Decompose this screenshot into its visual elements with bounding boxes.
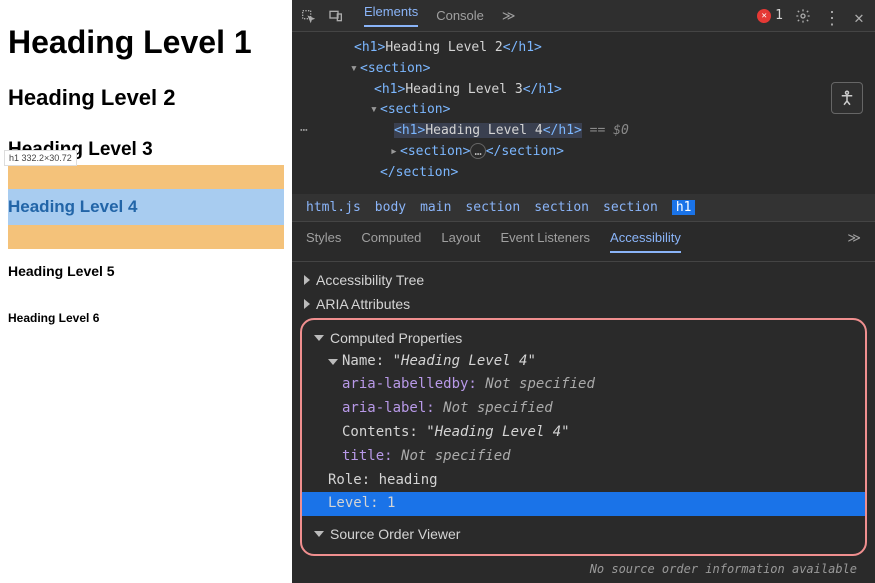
section-source-order[interactable]: Source Order Viewer	[314, 526, 853, 542]
tab-accessibility[interactable]: Accessibility	[610, 230, 681, 253]
tab-elements[interactable]: Elements	[364, 4, 418, 27]
section-accessibility-tree[interactable]: Accessibility Tree	[304, 272, 863, 288]
devtools-panel: Elements Console ≫ ✕ 1 ⋮ ✕ <h1>Heading L…	[292, 0, 875, 583]
rendered-page: Heading Level 1 Heading Level 2 Heading …	[0, 0, 292, 583]
section-computed-properties[interactable]: Computed Properties	[314, 330, 853, 346]
crumb-h1[interactable]: h1	[672, 200, 696, 215]
prop-name[interactable]: Name: "Heading Level 4"	[328, 350, 857, 374]
error-icon: ✕	[757, 9, 771, 23]
chevron-down-icon[interactable]: ▾	[370, 100, 380, 121]
content-highlight: Heading Level 4	[8, 189, 284, 225]
footer-note: No source order information available	[300, 556, 867, 578]
tab-event-listeners[interactable]: Event Listeners	[500, 230, 590, 253]
device-icon[interactable]	[328, 8, 344, 24]
error-count: 1	[775, 8, 783, 23]
chevron-down-icon	[328, 359, 338, 365]
section-aria-attributes[interactable]: ARIA Attributes	[304, 296, 863, 312]
chevron-down-icon[interactable]: ▾	[350, 59, 360, 80]
tab-computed[interactable]: Computed	[361, 230, 421, 253]
crumb-section[interactable]: section	[603, 200, 658, 215]
sidebar-tabs: Styles Computed Layout Event Listeners A…	[292, 222, 875, 262]
accessibility-panel: Accessibility Tree ARIA Attributes Compu…	[292, 262, 875, 583]
collapsed-icon[interactable]: …	[470, 143, 485, 159]
heading-2: Heading Level 2	[8, 85, 284, 111]
kebab-icon[interactable]: ⋮	[823, 8, 839, 24]
devtools-toolbar: Elements Console ≫ ✕ 1 ⋮ ✕	[292, 0, 875, 32]
inspect-icon[interactable]	[300, 8, 316, 24]
chevron-right-icon	[304, 275, 310, 285]
heading-4: Heading Level 4	[8, 189, 284, 225]
heading-1: Heading Level 1	[8, 24, 284, 61]
margin-highlight-top	[8, 165, 284, 189]
gear-icon[interactable]	[795, 8, 811, 24]
close-icon[interactable]: ✕	[851, 8, 867, 24]
chevron-down-icon	[314, 335, 324, 341]
prop-title: title: Not specified	[328, 445, 857, 469]
crumb-html[interactable]: html.js	[306, 200, 361, 215]
chevron-down-icon	[314, 531, 324, 537]
chevron-right-icon[interactable]: ▸	[390, 142, 400, 163]
crumb-section[interactable]: section	[534, 200, 589, 215]
error-badge[interactable]: ✕ 1	[757, 8, 783, 23]
prop-role: Role: heading	[328, 469, 857, 493]
prop-aria-label: aria-label: Not specified	[328, 397, 857, 421]
prop-aria-labelledby: aria-labelledby: Not specified	[328, 373, 857, 397]
tab-styles[interactable]: Styles	[306, 230, 341, 253]
tab-layout[interactable]: Layout	[441, 230, 480, 253]
margin-highlight-bottom	[8, 225, 284, 249]
tabs-more[interactable]: ≫	[502, 8, 516, 24]
computed-properties-callout: Computed Properties Name: "Heading Level…	[300, 318, 867, 557]
prop-level: Level: 1	[302, 492, 865, 516]
prop-contents: Contents: "Heading Level 4"	[328, 421, 857, 445]
element-size-tooltip: h1 332.2×30.72	[4, 150, 77, 166]
selected-dom-node[interactable]: ⋯<h1>Heading Level 4</h1> == $0	[312, 121, 875, 142]
tab-console[interactable]: Console	[436, 8, 484, 23]
chevron-right-icon	[304, 299, 310, 309]
accessibility-toggle-button[interactable]	[831, 82, 863, 114]
dom-breadcrumbs[interactable]: html.js body main section section sectio…	[292, 194, 875, 222]
crumb-body[interactable]: body	[375, 200, 406, 215]
ellipsis-icon[interactable]: ⋯	[300, 121, 308, 142]
heading-6: Heading Level 6	[8, 311, 284, 325]
tabs-more[interactable]: ≫	[847, 230, 861, 253]
dom-tree[interactable]: <h1>Heading Level 2</h1> ▾<section> <h1>…	[292, 32, 875, 194]
crumb-section[interactable]: section	[465, 200, 520, 215]
crumb-main[interactable]: main	[420, 200, 451, 215]
heading-5: Heading Level 5	[8, 263, 284, 279]
